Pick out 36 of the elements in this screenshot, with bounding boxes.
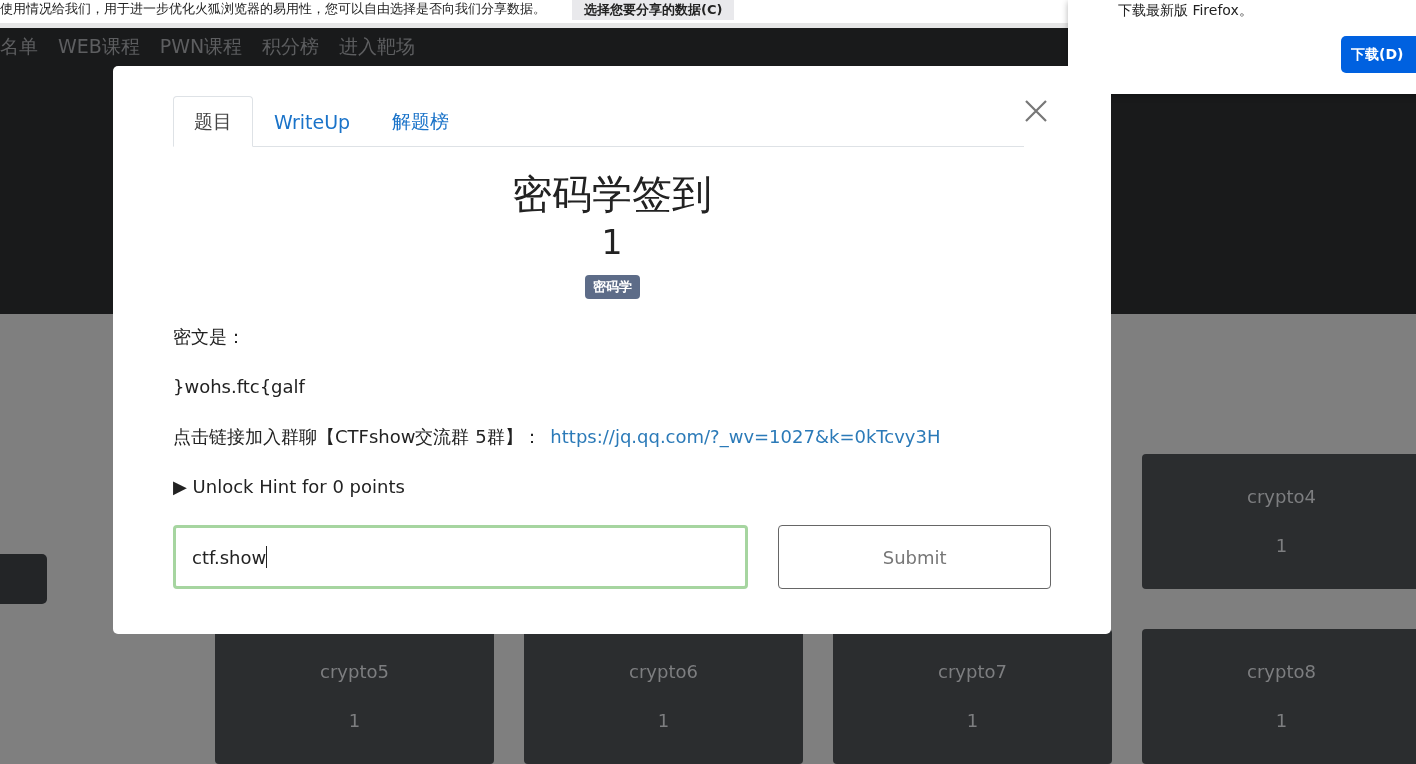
description-text: }wohs.ftc{galf — [173, 376, 305, 397]
tab[interactable]: 题目 — [173, 96, 253, 147]
submit-button[interactable]: Submit — [778, 525, 1051, 589]
share-data-button[interactable]: 选择您要分享的数据(C) — [572, 0, 735, 20]
card-title: crypto6 — [629, 661, 698, 682]
tab[interactable]: WriteUp — [253, 96, 372, 147]
popup-text: 下载最新版 Firefox。 — [1118, 2, 1253, 20]
challenge-card[interactable]: crypto4 1 — [1142, 454, 1416, 589]
challenge-card[interactable]: crypto8 1 — [1142, 629, 1416, 764]
tab[interactable]: 解题榜 — [371, 96, 471, 147]
nav-link[interactable]: 名单 — [0, 33, 38, 60]
challenge-title: 密码学签到 — [511, 170, 713, 219]
close-icon[interactable] — [1024, 99, 1048, 123]
card-title: crypto8 — [1247, 661, 1316, 682]
card-points: 1 — [966, 710, 979, 731]
hint-toggle[interactable]: ▶ Unlock Hint for 0 points — [173, 475, 1051, 499]
card-points: 1 — [348, 710, 361, 731]
nav-link[interactable]: 进入靶场 — [339, 33, 416, 60]
group-link[interactable]: https://jq.qq.com/?_wv=1027&k=0kTcvy3H — [550, 426, 941, 447]
nav-link[interactable]: PWN课程 — [159, 33, 243, 60]
challenge-points: 1 — [600, 223, 624, 263]
card-points: 1 — [657, 710, 670, 731]
flag-input[interactable]: ctf.show — [173, 525, 749, 589]
challenge-card[interactable]: crypto7 1 — [833, 629, 1112, 764]
download-button[interactable]: 下载(D) — [1341, 36, 1416, 73]
category-tag: 密码学 — [584, 275, 640, 299]
card-title: crypto4 — [1247, 486, 1316, 507]
description-text: 密文是： — [173, 326, 245, 347]
nav-link[interactable]: WEB课程 — [58, 33, 140, 60]
card-title: crypto5 — [320, 661, 389, 682]
card-points: 1 — [1275, 710, 1288, 731]
nav-link[interactable]: 积分榜 — [262, 33, 320, 60]
card-title: crypto7 — [938, 661, 1007, 682]
card-points: 1 — [1275, 535, 1288, 556]
notice-text: 使用情况给我们，用于进一步优化火狐浏览器的易用性，您可以自由选择是否向我们分享数据。 — [0, 0, 546, 18]
description-text: 点击链接加入群聊【CTFshow交流群 5群】： — [173, 426, 541, 447]
